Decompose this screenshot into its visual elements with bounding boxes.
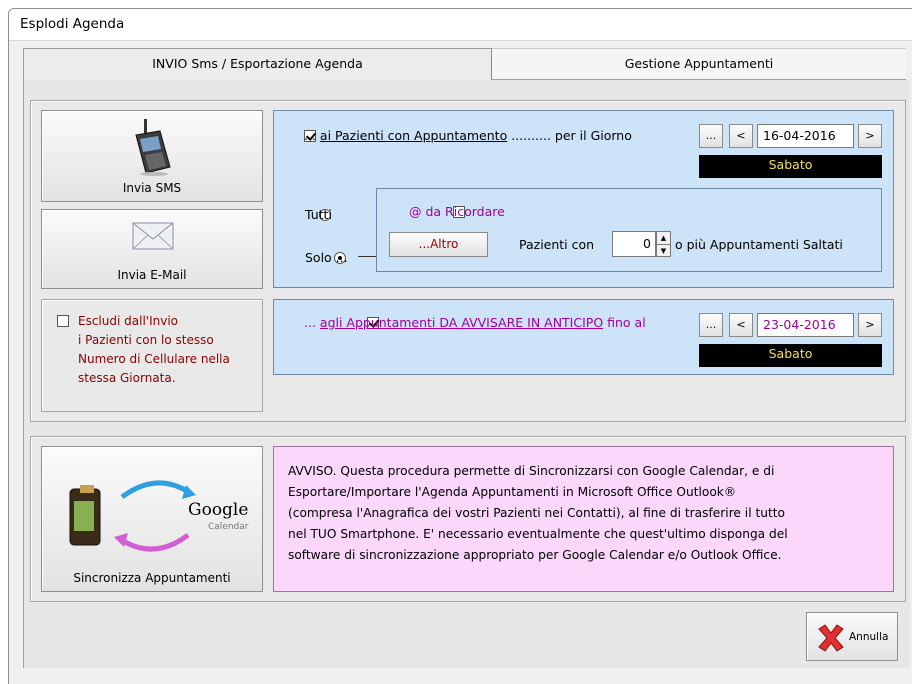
missed-count-field[interactable]: 0 xyxy=(612,231,656,257)
missed-suffix-label: o più Appuntamenti Saltati xyxy=(675,237,843,252)
tab-gestione-appuntamenti[interactable]: Gestione Appuntamenti xyxy=(492,48,906,80)
radio-tutti-label: Tutti xyxy=(305,207,332,222)
advance-date-field[interactable]: 23-04-2016 xyxy=(757,313,854,337)
appointments-more-button[interactable]: ... xyxy=(699,124,723,148)
appointments-prefix: ... xyxy=(304,128,320,143)
red-x-icon xyxy=(818,624,844,652)
missed-count-stepper[interactable]: ▲ ▼ xyxy=(656,231,671,257)
send-email-label: Invia E-Mail xyxy=(117,268,187,282)
exclude-checkbox[interactable] xyxy=(57,315,69,327)
google-sync-icon: Google Calendar xyxy=(69,480,249,552)
stepper-down-icon[interactable]: ▼ xyxy=(657,245,670,257)
appointments-suffix: .......... per il Giorno xyxy=(507,128,632,143)
remind-label: @ da Ricordare xyxy=(409,204,505,219)
cancel-label: Annulla xyxy=(849,631,889,643)
exclude-line: stessa Giornata. xyxy=(78,371,176,385)
notice-line: AVVISO. Questa procedura permette di Sin… xyxy=(288,464,775,478)
appointments-label: ... ai Pazienti con Appuntamento .......… xyxy=(304,128,632,143)
tab-label: Gestione Appuntamenti xyxy=(624,56,774,71)
calendar-logo-text: Calendar xyxy=(208,522,249,532)
notice-line: Esportare/Importare l'Agenda Appuntament… xyxy=(288,485,737,499)
filter-subbox xyxy=(376,188,882,272)
sync-button-label: Sincronizza Appuntamenti xyxy=(73,571,231,585)
envelope-icon xyxy=(132,222,174,250)
send-email-button[interactable]: Invia E-Mail xyxy=(41,209,263,289)
appointments-date-field[interactable]: 16-04-2016 xyxy=(757,124,854,148)
cancel-button[interactable]: Annulla xyxy=(806,612,898,661)
send-sms-button[interactable]: Invia SMS xyxy=(41,110,263,202)
exclude-line: Escludi dall'Invio xyxy=(78,314,178,328)
tab-label: INVIO Sms / Esportazione Agenda xyxy=(152,56,363,71)
notice-line: (compresa l'Anagrafica dei vostri Pazien… xyxy=(288,506,785,520)
notice-line: nel TUO Smartphone. E' necessario eventu… xyxy=(288,527,788,541)
advance-link[interactable]: agli Appuntamenti DA AVVISARE IN ANTICIP… xyxy=(320,315,603,330)
appointments-prev-day-button[interactable]: < xyxy=(729,124,753,148)
advance-prev-day-button[interactable]: < xyxy=(729,313,753,337)
exclude-text: Escludi dall'Invio i Pazienti con lo ste… xyxy=(78,312,230,388)
window-title: Esplodi Agenda xyxy=(20,16,125,32)
title-bar: Esplodi Agenda xyxy=(9,9,912,41)
mobile-phone-icon xyxy=(135,119,171,176)
google-logo-text: Google xyxy=(188,500,248,520)
appointments-day-display: Sabato xyxy=(699,155,882,178)
appointments-link[interactable]: ai Pazienti con Appuntamento xyxy=(320,128,507,143)
advance-more-button[interactable]: ... xyxy=(699,313,723,337)
sync-notice: AVVISO. Questa procedura permette di Sin… xyxy=(273,446,894,592)
advance-next-day-button[interactable]: > xyxy=(858,313,882,337)
exclude-line: i Pazienti con lo stesso xyxy=(78,333,214,347)
radio-solo-label: Solo ... xyxy=(305,250,348,265)
patients-with-label: Pazienti con xyxy=(519,237,595,252)
advance-day-display: Sabato xyxy=(699,344,882,367)
connector-line xyxy=(358,256,376,257)
stepper-up-icon[interactable]: ▲ xyxy=(657,232,670,245)
sync-appointments-button[interactable]: Google Calendar Sincronizza Appuntamenti xyxy=(41,446,263,592)
advance-prefix: ... xyxy=(304,315,320,330)
exclude-line: Numero di Cellulare nella xyxy=(78,352,230,366)
appointments-next-day-button[interactable]: > xyxy=(858,124,882,148)
send-sms-label: Invia SMS xyxy=(122,181,182,195)
notice-line: software di sincronizzazione appropriato… xyxy=(288,548,782,562)
altro-button[interactable]: ...Altro xyxy=(389,232,488,257)
tab-invio-sms[interactable]: INVIO Sms / Esportazione Agenda xyxy=(23,48,492,80)
advance-label: ... agli Appuntamenti DA AVVISARE IN ANT… xyxy=(304,315,646,330)
advance-suffix: fino al xyxy=(603,315,646,330)
